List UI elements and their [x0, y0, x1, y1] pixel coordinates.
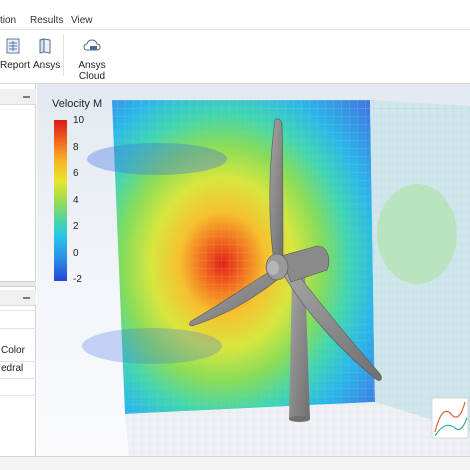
ansys-cloud-button[interactable]: Ansys Cloud	[69, 34, 115, 82]
report-label: Report	[0, 60, 31, 71]
low-velocity-band	[82, 328, 222, 364]
legend-tick: 0	[73, 248, 79, 259]
collapse-icon[interactable]	[23, 297, 30, 299]
report-icon	[6, 38, 20, 54]
menu-view[interactable]: View	[71, 15, 93, 26]
row-divider	[0, 310, 36, 311]
left-panels: Color edral	[0, 84, 36, 456]
ansys-cloud-label: Ansys Cloud	[78, 60, 106, 82]
graphics-viewport[interactable]: Velocity M 10 8 6 4 2 0 -2	[37, 84, 470, 456]
cloud-icon	[83, 39, 101, 51]
ansys-button[interactable]: Ansys	[33, 34, 61, 78]
legend-tick: 2	[73, 221, 79, 232]
legend-tick: 6	[73, 168, 79, 179]
property-color[interactable]: Color	[1, 345, 25, 356]
menu-simulation[interactable]: tion	[0, 15, 16, 26]
menu-results[interactable]: Results	[30, 15, 63, 26]
hub-nose	[267, 261, 279, 275]
view-triad[interactable]	[431, 397, 469, 439]
low-velocity-band	[87, 143, 227, 175]
velocity-contour-scene	[82, 100, 470, 456]
legend-colorbar	[54, 120, 67, 281]
collapse-icon[interactable]	[23, 96, 30, 98]
menu-bar: tion Results View	[0, 0, 470, 30]
properties-panel-header	[0, 290, 36, 306]
row-divider	[0, 328, 36, 329]
panel-splitter[interactable]	[0, 281, 36, 287]
legend-title: Velocity M	[52, 98, 103, 110]
legend-tick: -2	[73, 274, 82, 285]
ribbon-separator	[63, 34, 64, 76]
side-wall-contour	[377, 184, 457, 284]
ribbon-toolbar: Report Ansys Ansys Cloud	[0, 30, 470, 84]
row-divider	[0, 378, 36, 379]
legend-tick: 4	[73, 195, 79, 206]
status-bar	[0, 456, 470, 470]
row-divider	[0, 361, 36, 362]
ansys-label: Ansys	[33, 60, 61, 71]
tower-base	[289, 416, 310, 422]
legend-tick: 8	[73, 142, 79, 153]
property-mesh-type[interactable]: edral	[1, 363, 23, 374]
outline-panel-header	[0, 89, 36, 105]
outline-tree[interactable]	[0, 106, 36, 281]
report-button[interactable]: Report	[0, 34, 30, 78]
legend-tick: 10	[73, 115, 85, 126]
ansys-book-icon	[39, 38, 51, 54]
row-divider	[0, 395, 36, 396]
